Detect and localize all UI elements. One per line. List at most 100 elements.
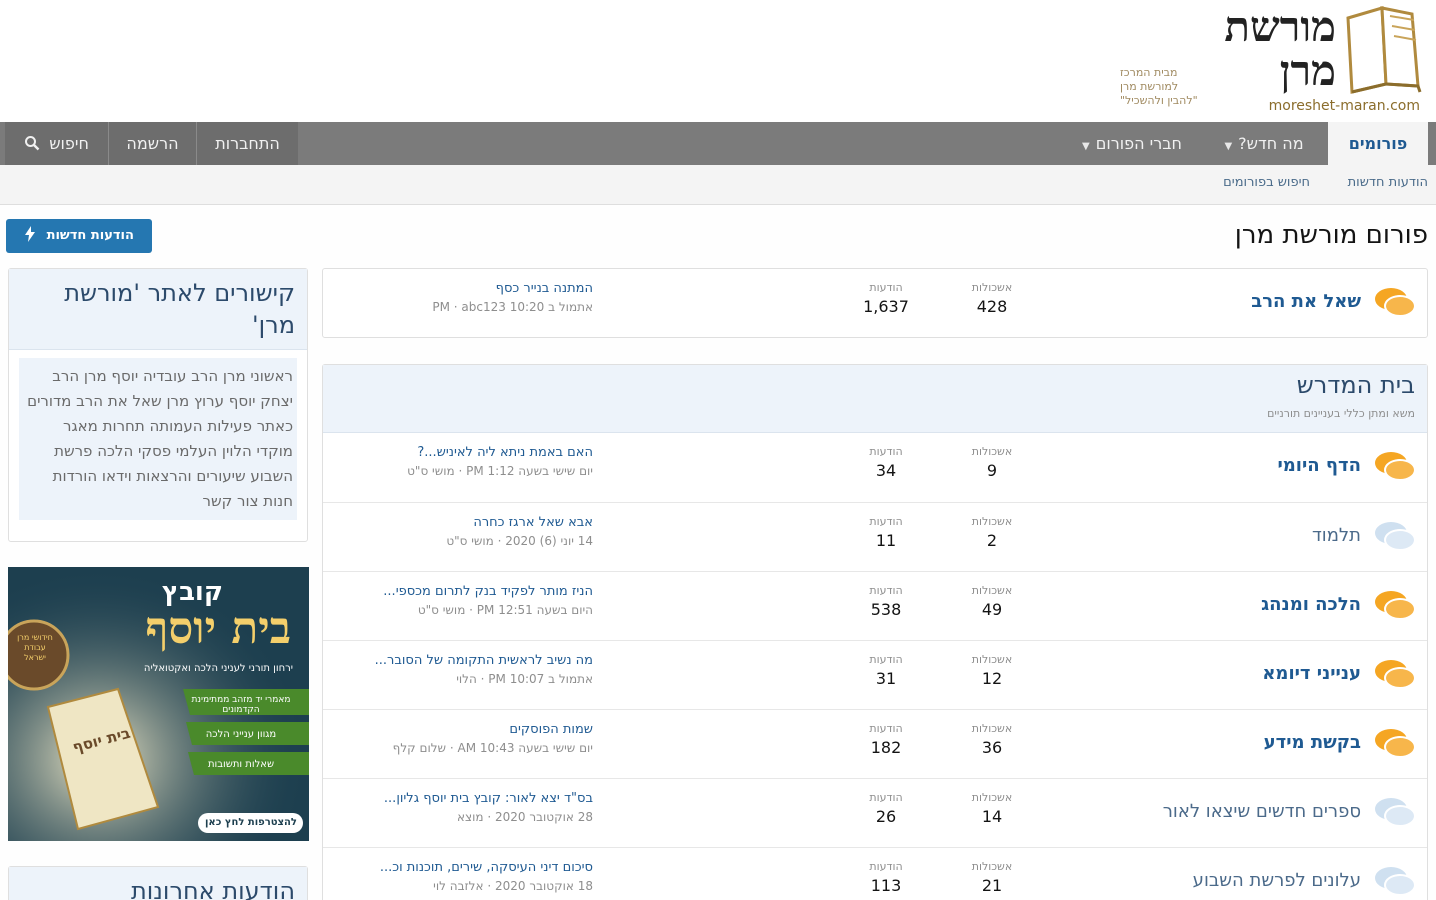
search-icon [25,136,40,151]
search-button[interactable]: חיפוש [5,122,108,165]
forum-name[interactable]: הדף היומי [1277,455,1361,476]
latest-posts-widget: הודעות אחרונות [8,866,308,900]
logo-text-line1: מורשת [1224,2,1336,51]
tab-forums-label: פורומים [1348,134,1408,153]
last-post: האם באמת ניתא ליה לאיניש...? יום שישי בשע… [331,445,593,478]
last-post-title[interactable]: מה נשיב לראשית התקומה של הסובר... [331,653,593,668]
account-controls: התחברות הרשמה חיפוש [5,122,298,165]
forum-name[interactable]: ענייני דיומא [1262,663,1361,684]
tab-members[interactable]: חברי הפורום ▼ [1064,122,1200,165]
threads-count: 36 [981,738,1003,757]
last-post-title[interactable]: סיכום דיני העיסקה, שירים, תוכנות וכ... [331,860,593,875]
last-post-meta: 28 אוקטובר 2020 · מוצא [456,810,593,824]
forum-row[interactable]: בקשת מידע אשכולות 36 הודעות 182 שמות הפוסקים י… [323,709,1427,778]
threads-count: 428 [976,297,1008,316]
forum-row[interactable]: ענייני דיומא אשכולות 12 הודעות 31 מה נשיב לרא… [323,640,1427,709]
ad-bullet: מאמרי יד מזהב ממתימינת הקדמונים [191,695,291,715]
last-post-title[interactable]: האם באמת ניתא ליה לאיניש...? [331,445,593,460]
links-widget-title: קישורים לאתר 'מורשת מרן' [9,269,307,350]
last-post-meta: יום שישי בשעה 10:43 AM · שלום קלף [392,741,593,755]
threads-count: 9 [986,461,998,480]
messages-count: 1,637 [863,297,909,316]
chat-bubbles-icon [1375,798,1416,827]
chevron-down-icon: ▼ [1224,141,1233,152]
threads-stat: אשכולות 36 [947,722,1037,757]
threads-stat: אשכולות 49 [947,584,1037,619]
main-nav: פורומים מה חדש? ▼ חברי הפורום ▼ התחברות הר… [0,122,1436,165]
category-description: משא ומתן כללי בעניינים תורניים [1267,407,1415,420]
messages-count: 11 [875,531,897,550]
forum-name[interactable]: תלמוד [1312,525,1361,546]
ad-bullet: מגוון ענייני הלכה [205,729,277,740]
last-post-meta: היום בשעה 12:51 PM · מושי ס"ט [417,603,593,617]
last-post: מה נשיב לראשית התקומה של הסובר... אתמול ב… [331,653,593,686]
messages-count: 113 [870,876,902,895]
logo-url: moreshet-maran.com [1268,98,1420,114]
last-post: אבא שאל ארגז כחרה 14 יוני (6) 2020 · מושי… [331,515,593,548]
messages-count: 34 [875,461,897,480]
last-post-title[interactable]: הניז מותר לפקיד בנק לתרום מכספי... [331,584,593,599]
logo-tagline: מבית המרכז למורשת מרן "להבין ולהשכיל" [1120,66,1240,108]
threads-label: אשכולות [971,791,1013,804]
forum-name[interactable]: שאל את הרב [1251,291,1361,312]
messages-label: הודעות [869,281,903,294]
tagline-line3: "להבין ולהשכיל" [1120,94,1198,107]
forum-name[interactable]: עלונים לפרשת השבוע [1193,870,1361,891]
category-title[interactable]: בית המדרש [1297,371,1415,399]
chat-bubbles-icon [1375,288,1416,317]
tab-members-label: חברי הפורום [1095,134,1182,153]
tagline-line2: למורשת מרן [1120,80,1179,93]
threads-stat: אשכולות 21 [947,860,1037,895]
messages-stat: הודעות 34 [841,445,931,480]
forum-row[interactable]: הדף היומי אשכולות 9 הודעות 34 האם באמת ניתא ל… [323,433,1427,502]
forum-name[interactable]: בקשת מידע [1264,732,1361,753]
last-post-title[interactable]: בס"ד יצא לאור: קובץ בית יוסף גליון... [331,791,593,806]
last-post-title[interactable]: אבא שאל ארגז כחרה [331,515,593,530]
forum-row[interactable]: עלונים לפרשת השבוע אשכולות 21 הודעות 113 סיכו… [323,847,1427,900]
forum-row[interactable]: תלמוד אשכולות 2 הודעות 11 אבא שאל ארגז כחרה 14… [323,502,1427,571]
forum-name[interactable]: הלכה ומנהג [1261,594,1361,615]
messages-label: הודעות [869,515,903,528]
links-widget-body[interactable]: ראשוני מרן הרב עובדיה יוסף מרן הרב יצחק … [19,358,297,520]
register-button[interactable]: הרשמה [108,122,196,165]
tab-whats-new[interactable]: מה חדש? ▼ [1206,122,1322,165]
chat-bubbles-icon [1375,452,1416,481]
tab-forums[interactable]: פורומים [1328,122,1428,165]
messages-label: הודעות [869,722,903,735]
forum-row[interactable]: שאל את הרב אשכולות 428 הודעות 1,637 המתנ… [323,269,1427,338]
threads-label: אשכולות [971,860,1013,873]
new-posts-button[interactable]: הודעות חדשות [6,219,152,253]
new-posts-link[interactable]: הודעות חדשות [1348,175,1428,190]
threads-count: 21 [981,876,1003,895]
threads-label: אשכולות [971,653,1013,666]
top-forum-block: שאל את הרב אשכולות 428 הודעות 1,637 המתנ… [322,268,1428,338]
threads-label: אשכולות [971,445,1013,458]
tagline-line1: מבית המרכז [1120,66,1178,79]
forum-row[interactable]: הלכה ומנהג אשכולות 49 הודעות 538 הניז מותר לפ… [323,571,1427,640]
threads-label: אשכולות [971,515,1013,528]
messages-count: 26 [875,807,897,826]
messages-stat: הודעות 113 [841,860,931,895]
links-widget: קישורים לאתר 'מורשת מרן' ראשוני מרן הרב … [8,268,308,542]
threads-count: 14 [981,807,1003,826]
forum-row[interactable]: ספרים חדשים שיצאו לאור אשכולות 14 הודעות 26 ב… [323,778,1427,847]
last-post-title[interactable]: המתנה בנייר כסף [331,281,593,296]
tab-whats-new-label: מה חדש? [1238,134,1304,153]
last-post-meta: 14 יוני (6) 2020 · מושי ס"ט [446,534,593,548]
chat-bubbles-icon [1375,591,1416,620]
last-post-title[interactable]: שמות הפוסקים [331,722,593,737]
ad-title: בית יוסף [145,603,291,654]
last-post: הניז מותר לפקיד בנק לתרום מכספי... היום ב… [331,584,593,617]
ad-cta-button[interactable]: להצטרפות לחץ כאן [201,817,301,828]
login-button[interactable]: התחברות [196,122,298,165]
messages-label: הודעות [869,653,903,666]
threads-stat: אשכולות 12 [947,653,1037,688]
search-forums-link[interactable]: חיפוש בפורומים [1223,175,1310,190]
site-logo[interactable]: מורשת מרן מבית המרכז למורשת מרן "להבין ו… [1118,4,1428,116]
category-block: בית המדרש משא ומתן כללי בעניינים תורניים… [322,364,1428,900]
forum-name[interactable]: ספרים חדשים שיצאו לאור [1163,801,1361,822]
ad-bullet: שאלות ותשובות [207,759,275,770]
lightning-icon [25,226,36,242]
ad-banner[interactable]: קובץ בית יוסף ירחון תורני לעניני הלכה וא… [8,567,309,841]
threads-stat: אשכולות 2 [947,515,1037,550]
